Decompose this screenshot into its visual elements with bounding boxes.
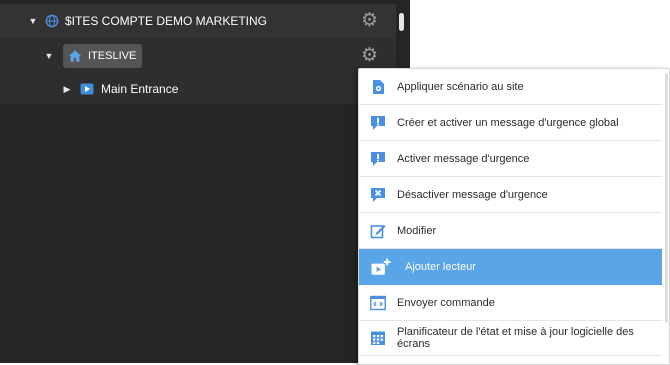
menu-item-screen-scheduler[interactable]: Planificateur de l'état et mise à jour l…: [359, 321, 662, 356]
site-label: ITESLIVE: [88, 50, 137, 62]
tree-row-site[interactable]: ▼ ITESLIVE ⚙: [0, 38, 396, 74]
deactivate-icon: [371, 187, 385, 202]
chevron-right-icon[interactable]: ▶: [62, 84, 72, 95]
globe-icon: [45, 14, 59, 28]
gear-icon[interactable]: ⚙: [361, 46, 378, 65]
tree-scrollbar[interactable]: [399, 13, 404, 31]
menu-item-send-command[interactable]: Envoyer commande: [359, 285, 662, 321]
scenario-icon: [373, 79, 384, 94]
menu-item-label: Appliquer scénario au site: [397, 80, 524, 93]
menu-item-deactivate-alert[interactable]: Désactiver message d'urgence: [359, 177, 662, 213]
menu-item-activate-alert[interactable]: Activer message d'urgence: [359, 141, 662, 177]
add-player-icon: [371, 258, 391, 275]
calendar-icon: [371, 331, 385, 345]
menu-item-edit[interactable]: Modifier: [359, 213, 662, 249]
menu-item-label: Modifier: [397, 224, 437, 237]
menu-item-label: Désactiver message d'urgence: [397, 188, 548, 201]
home-icon: [68, 50, 82, 62]
player-icon: [80, 83, 94, 95]
root-account-label: $ITES COMPTE DEMO MARKETING: [65, 14, 268, 28]
menu-item-add-player[interactable]: Ajouter lecteur: [359, 249, 662, 285]
player-label: Main Entrance: [101, 82, 179, 96]
edit-icon: [370, 224, 386, 238]
menu-item-label: Planificateur de l'état et mise à jour l…: [397, 326, 634, 350]
menu-item-label: Créer et activer un message d'urgence gl…: [397, 116, 619, 129]
code-icon: [370, 295, 386, 310]
menu-item-label: Ajouter lecteur: [405, 260, 476, 273]
alert-icon: [371, 151, 385, 166]
alert-icon: [371, 115, 385, 130]
menu-item-label: Activer message d'urgence: [397, 152, 530, 165]
menu-item-apply-scenario[interactable]: Appliquer scénario au site: [359, 69, 662, 105]
site-tree-panel: ▼ $ITES COMPTE DEMO MARKETING ⚙ ▼ ITESLI…: [0, 0, 410, 363]
tree-row-root-account[interactable]: ▼ $ITES COMPTE DEMO MARKETING ⚙: [0, 4, 396, 38]
menu-scrollbar[interactable]: [665, 73, 668, 323]
menu-item-label: Envoyer commande: [397, 296, 495, 309]
tree-row-player[interactable]: ▶ Main Entrance: [0, 74, 396, 104]
chevron-down-icon[interactable]: ▼: [44, 51, 54, 61]
chevron-down-icon[interactable]: ▼: [28, 16, 38, 26]
context-menu: Appliquer scénario au site Créer et acti…: [358, 68, 670, 365]
site-chip[interactable]: ITESLIVE: [63, 44, 143, 68]
gear-icon[interactable]: ⚙: [361, 11, 378, 30]
menu-item-create-global-alert[interactable]: Créer et activer un message d'urgence gl…: [359, 105, 662, 141]
